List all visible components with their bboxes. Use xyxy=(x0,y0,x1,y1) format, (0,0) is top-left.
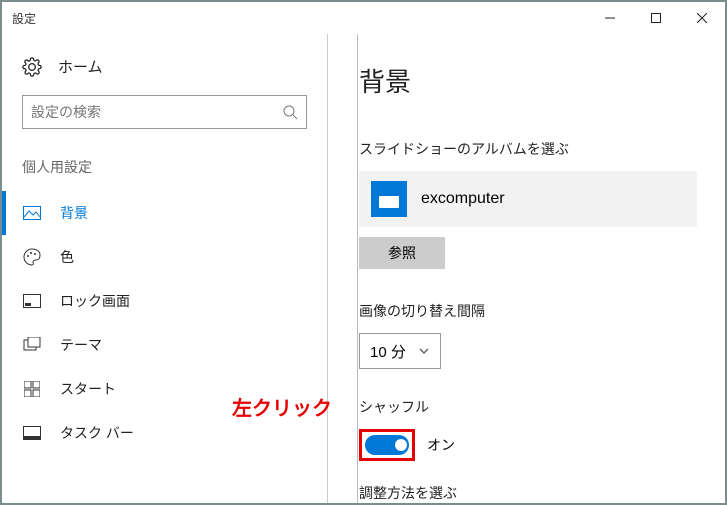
search-icon xyxy=(282,104,298,120)
browse-button[interactable]: 参照 xyxy=(359,237,445,269)
minimize-icon xyxy=(605,13,615,23)
chevron-down-icon xyxy=(418,345,430,357)
fit-label: 調整方法を選ぶ xyxy=(359,483,725,503)
settings-window: 設定 ホーム xyxy=(0,0,727,505)
sidebar-item-themes[interactable]: テーマ xyxy=(2,323,327,367)
gear-icon xyxy=(22,57,42,77)
window-title: 設定 xyxy=(12,10,36,27)
sidebar-item-label: 色 xyxy=(60,247,74,267)
sidebar: ホーム 個人用設定 背景 色 xyxy=(2,34,327,503)
shuffle-state: オン xyxy=(427,435,455,455)
titlebar: 設定 xyxy=(2,2,725,34)
sidebar-section-label: 個人用設定 xyxy=(2,129,327,191)
shuffle-label: シャッフル xyxy=(359,397,725,417)
shuffle-toggle[interactable] xyxy=(365,435,409,455)
content: ホーム 個人用設定 背景 色 xyxy=(2,34,725,503)
close-icon xyxy=(697,13,707,23)
toggle-highlight xyxy=(359,429,415,461)
sidebar-item-label: 背景 xyxy=(60,203,88,223)
start-icon xyxy=(22,379,42,399)
interval-label: 画像の切り替え間隔 xyxy=(359,301,725,321)
album-label: スライドショーのアルバムを選ぶ xyxy=(359,139,725,159)
theme-icon xyxy=(22,335,42,355)
sidebar-item-start[interactable]: スタート xyxy=(2,367,327,411)
maximize-icon xyxy=(651,13,661,23)
minimize-button[interactable] xyxy=(587,2,633,34)
home-button[interactable]: ホーム xyxy=(2,52,327,95)
taskbar-icon xyxy=(22,423,42,443)
sidebar-item-taskbar[interactable]: タスク バー xyxy=(2,411,327,455)
sidebar-item-label: タスク バー xyxy=(60,423,134,443)
interval-value: 10 分 xyxy=(370,341,406,362)
shuffle-row: オン xyxy=(359,429,725,461)
picture-icon xyxy=(22,203,42,223)
sidebar-item-label: テーマ xyxy=(60,335,102,355)
search-input[interactable] xyxy=(31,104,282,120)
toggle-knob xyxy=(395,439,407,451)
main-panel: 背景 スライドショーのアルバムを選ぶ excomputer 参照 画像の切り替え… xyxy=(327,34,725,503)
sidebar-item-lockscreen[interactable]: ロック画面 xyxy=(2,279,327,323)
search-box[interactable] xyxy=(22,95,307,129)
home-label: ホーム xyxy=(58,56,103,77)
album-name: excomputer xyxy=(421,190,505,208)
sidebar-item-label: スタート xyxy=(60,379,116,399)
window-controls xyxy=(587,2,725,34)
page-title: 背景 xyxy=(359,62,725,99)
interval-select[interactable]: 10 分 xyxy=(359,333,441,369)
album-row[interactable]: excomputer xyxy=(359,171,697,227)
folder-icon xyxy=(371,181,407,217)
lockscreen-icon xyxy=(22,291,42,311)
close-button[interactable] xyxy=(679,2,725,34)
sidebar-item-colors[interactable]: 色 xyxy=(2,235,327,279)
sidebar-item-background[interactable]: 背景 xyxy=(2,191,327,235)
sidebar-item-label: ロック画面 xyxy=(60,291,130,311)
maximize-button[interactable] xyxy=(633,2,679,34)
palette-icon xyxy=(22,247,42,267)
